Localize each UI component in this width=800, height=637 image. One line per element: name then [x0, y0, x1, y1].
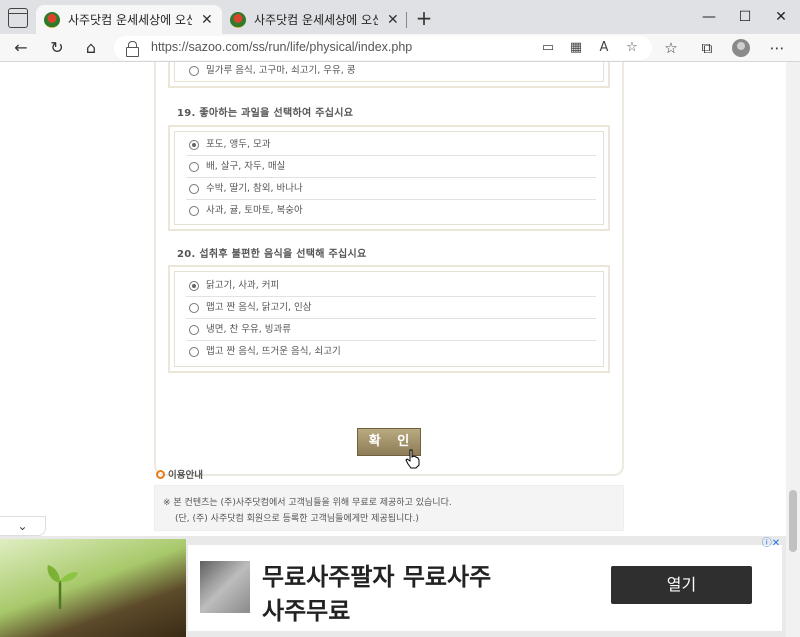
- read-aloud-icon[interactable]: A: [594, 38, 614, 58]
- radio-button[interactable]: [189, 66, 199, 76]
- site-favicon-icon: [230, 11, 246, 28]
- refresh-icon[interactable]: ↻: [46, 38, 68, 58]
- question-19-title: 19. 좋아하는 과일을 선택하여 주십시요: [177, 108, 354, 119]
- collapse-ad-button[interactable]: ⌄: [0, 516, 46, 536]
- option-row[interactable]: 포도, 앵두, 모과: [186, 134, 596, 156]
- vertical-scrollbar[interactable]: [786, 62, 800, 637]
- ad-headline-2[interactable]: 사주무료: [262, 591, 350, 626]
- tab-title: 사주닷컴 운세세상에 오신것을 환영합니다: [68, 13, 192, 27]
- option-row[interactable]: 맵고 짠 음식, 뜨거운 음식, 쇠고기: [186, 341, 596, 363]
- new-tab-icon[interactable]: +: [414, 8, 434, 28]
- tab-active[interactable]: 사주닷컴 운세세상에 오신것을 환영합니다 ✕: [36, 5, 222, 34]
- question-20-title: 20. 섭취후 불편한 음식을 선택해 주십시요: [177, 249, 367, 260]
- page-viewport: 밀가루 음식, 고구마, 쇠고기, 우유, 콩 19. 좋아하는 과일을 선택하…: [0, 62, 786, 637]
- option-label: 사과, 귤, 토마토, 복숭아: [206, 205, 303, 216]
- tab-inactive[interactable]: 사주닷컴 운세세상에 오신것을 환영합니다 ✕: [222, 5, 408, 34]
- option-label: 맵고 짠 음식, 뜨거운 음식, 쇠고기: [206, 346, 341, 357]
- option-row[interactable]: 냉면, 찬 우유, 빙과류: [186, 319, 596, 341]
- maximize-icon[interactable]: ☐: [734, 6, 756, 28]
- info-heading-text: 이용안내: [168, 470, 203, 481]
- radio-button[interactable]: [189, 184, 199, 194]
- info-box: ※ 본 컨텐츠는 (주)사주닷컴에서 고객님들을 위해 무료로 제공하고 있습니…: [154, 485, 624, 531]
- option-row[interactable]: 닭고기, 사과, 커피: [186, 275, 596, 297]
- ad-panel[interactable]: 무료사주팔자 무료사주 사주무료 열기: [188, 545, 782, 631]
- option-label: 닭고기, 사과, 커피: [206, 280, 280, 291]
- ad-open-button[interactable]: 열기: [611, 566, 752, 604]
- option-label: 수박, 딸기, 참외, 바나나: [206, 183, 303, 194]
- radio-button[interactable]: [189, 162, 199, 172]
- radio-button[interactable]: [189, 325, 199, 335]
- favorite-add-icon[interactable]: ☆: [622, 38, 642, 58]
- minimize-icon[interactable]: —: [698, 6, 720, 28]
- ad-banner[interactable]: 무료사주팔자 무료사주 사주무료 열기 ⓘ✕: [0, 536, 786, 637]
- more-menu-icon[interactable]: ⋯: [766, 38, 788, 58]
- info-line: (단, (주) 사주닷컴 회원으로 등록한 고객님들에게만 제공됩니다.): [175, 514, 419, 524]
- prev-options-box: 밀가루 음식, 고구마, 쇠고기, 우유, 콩: [168, 62, 610, 88]
- ad-choices-icon[interactable]: ⓘ✕: [760, 537, 782, 551]
- option-label: 포도, 앵두, 모과: [206, 139, 271, 150]
- radio-button[interactable]: [189, 347, 199, 357]
- tab-actions-icon[interactable]: [8, 8, 28, 28]
- address-bar[interactable]: https://sazoo.com/ss/run/life/physical/i…: [114, 36, 652, 60]
- info-bullet-icon: [156, 470, 165, 479]
- question-20-options: 닭고기, 사과, 커피 맵고 짠 음식, 닭고기, 인삼 냉면, 찬 우유, 빙…: [168, 265, 610, 373]
- scrollbar-thumb[interactable]: [789, 490, 797, 552]
- hand-cursor-icon: [405, 449, 420, 469]
- ad-headline-1[interactable]: 무료사주팔자 무료사주: [262, 557, 491, 592]
- favorites-icon[interactable]: ☆: [660, 38, 682, 58]
- option-row[interactable]: 수박, 딸기, 참외, 바나나: [186, 178, 596, 200]
- radio-button[interactable]: [189, 281, 199, 291]
- radio-button[interactable]: [189, 303, 199, 313]
- info-heading: 이용안내: [156, 467, 203, 481]
- tab-close-icon[interactable]: ✕: [386, 12, 400, 28]
- radio-button[interactable]: [189, 206, 199, 216]
- question-19-options: 포도, 앵두, 모과 배, 살구, 자두, 매실 수박, 딸기, 참외, 바나나…: [168, 125, 610, 231]
- lock-icon[interactable]: [126, 41, 139, 57]
- option-label: 밀가루 음식, 고구마, 쇠고기, 우유, 콩: [206, 65, 356, 76]
- option-row[interactable]: 밀가루 음식, 고구마, 쇠고기, 우유, 콩: [186, 62, 596, 82]
- cast-icon[interactable]: ▭: [538, 38, 558, 58]
- option-row[interactable]: 사과, 귤, 토마토, 복숭아: [186, 200, 596, 222]
- option-row[interactable]: 배, 살구, 자두, 매실: [186, 156, 596, 178]
- browser-toolbar: ← ↻ ⌂ https://sazoo.com/ss/run/life/phys…: [0, 34, 800, 62]
- ad-thumbnail: [200, 561, 250, 613]
- tab-close-icon[interactable]: ✕: [200, 12, 214, 28]
- close-window-icon[interactable]: ✕: [770, 6, 792, 28]
- url-text[interactable]: https://sazoo.com/ss/run/life/physical/i…: [151, 40, 412, 54]
- site-favicon-icon: [44, 11, 60, 28]
- radio-button[interactable]: [189, 140, 199, 150]
- browser-titlebar: 사주닷컴 운세세상에 오신것을 환영합니다 ✕ 사주닷컴 운세세상에 오신것을 …: [0, 0, 800, 34]
- ad-sprout-image: [0, 539, 186, 637]
- home-icon[interactable]: ⌂: [80, 38, 102, 58]
- sprout-icon: [47, 565, 78, 609]
- option-label: 냉면, 찬 우유, 빙과류: [206, 324, 292, 335]
- tab-title: 사주닷컴 운세세상에 오신것을 환영합니다: [254, 13, 378, 27]
- back-icon[interactable]: ←: [10, 38, 32, 58]
- profile-avatar[interactable]: [732, 39, 750, 57]
- info-line: ※ 본 컨텐츠는 (주)사주닷컴에서 고객님들을 위해 무료로 제공하고 있습니…: [163, 498, 452, 508]
- apps-icon[interactable]: ▦: [566, 38, 586, 58]
- option-label: 맵고 짠 음식, 닭고기, 인삼: [206, 302, 312, 313]
- option-label: 배, 살구, 자두, 매실: [206, 161, 286, 172]
- tab-divider: [406, 12, 407, 28]
- collections-icon[interactable]: ⧉: [696, 38, 718, 58]
- option-row[interactable]: 맵고 짠 음식, 닭고기, 인삼: [186, 297, 596, 319]
